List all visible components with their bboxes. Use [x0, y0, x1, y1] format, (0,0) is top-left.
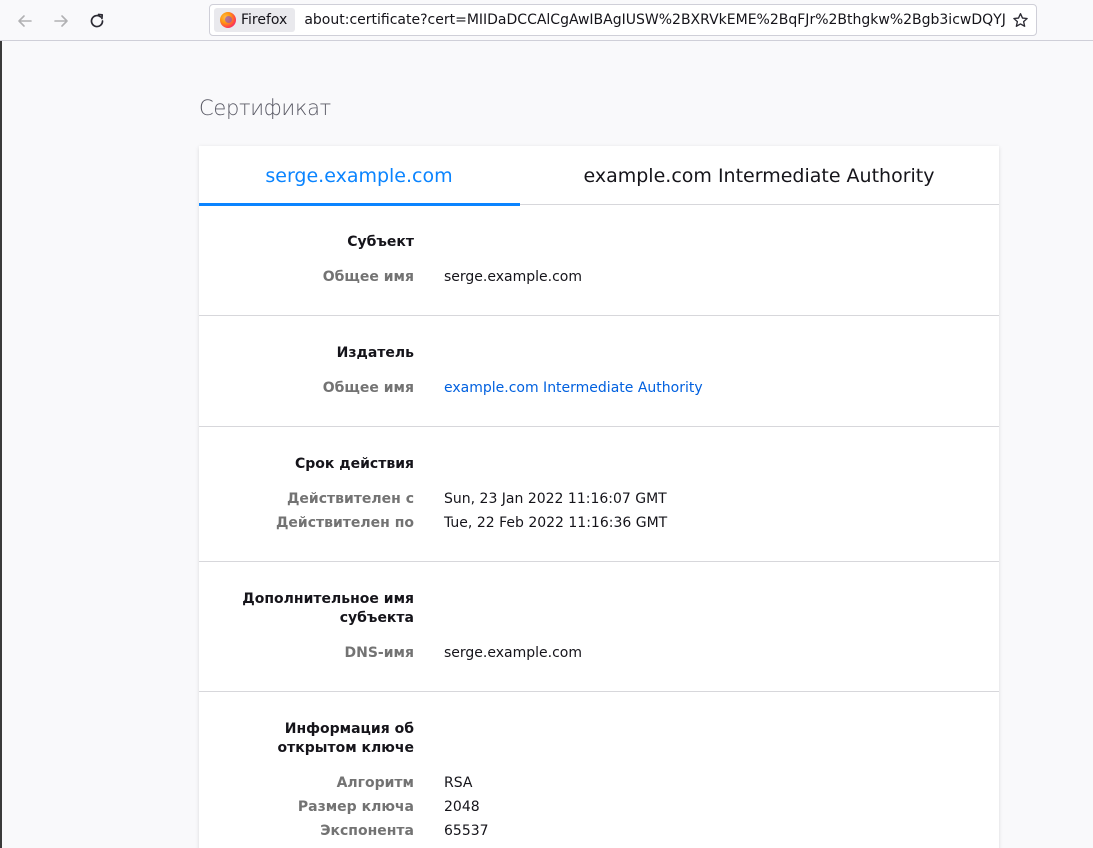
page-title: Сертификат: [199, 96, 331, 120]
url-input[interactable]: about:certificate?cert=MIIDaDCCAlCgAwIBA…: [304, 12, 1007, 28]
identity-box[interactable]: Firefox: [214, 8, 296, 32]
section-title: Информация об: [284, 721, 414, 737]
identity-label: Firefox: [241, 12, 288, 28]
row-value: Sun, 23 Jan 2022 11:16:07 GMT: [444, 491, 667, 507]
section-issuer: Издатель Общее имя example.com Intermedi…: [199, 317, 999, 427]
back-button[interactable]: [10, 6, 40, 36]
browser-toolbar: Firefox about:certificate?cert=MIIDaDCCA…: [0, 0, 1093, 41]
row-value: 2048: [444, 799, 480, 815]
certificate-tabs: serge.example.com example.com Intermedia…: [199, 146, 999, 206]
row-value: serge.example.com: [444, 645, 582, 661]
row-label: DNS-имя: [344, 645, 414, 661]
window-edge: [0, 41, 2, 848]
section-title: Издатель: [336, 345, 414, 361]
row-value: serge.example.com: [444, 269, 582, 285]
row-value: 65537: [444, 823, 489, 839]
section-title: открытом ключе: [277, 740, 414, 756]
issuer-link[interactable]: example.com Intermediate Authority: [444, 379, 703, 398]
section-validity: Срок действия Действителен с Sun, 23 Jan…: [199, 428, 999, 562]
reload-icon: [90, 13, 104, 28]
url-bar[interactable]: Firefox about:certificate?cert=MIIDaDCCA…: [209, 4, 1037, 36]
row-label: Общее имя: [322, 269, 414, 285]
firefox-logo-icon: [220, 12, 236, 28]
tab-serge-example-com[interactable]: serge.example.com: [199, 146, 520, 206]
section-title: субъекта: [339, 610, 414, 626]
forward-arrow-icon: [54, 15, 68, 27]
row-label: Алгоритм: [336, 775, 414, 791]
row-label: Действителен с: [286, 491, 414, 507]
section-subject: Субъект Общее имя serge.example.com: [199, 206, 999, 316]
row-label: Размер ключа: [297, 799, 414, 815]
tab-intermediate-authority[interactable]: example.com Intermediate Authority: [519, 146, 999, 205]
row-value: RSA: [444, 775, 473, 791]
forward-button[interactable]: [46, 6, 76, 36]
reload-button[interactable]: [82, 6, 112, 36]
section-title: Дополнительное имя: [242, 591, 414, 607]
certificate-card: serge.example.com example.com Intermedia…: [199, 146, 999, 848]
row-label: Действителен по: [275, 515, 414, 531]
back-arrow-icon: [18, 15, 32, 27]
bookmark-star-icon: [1012, 12, 1028, 27]
row-label: Экспонента: [320, 823, 414, 839]
section-public-key-info: Информация об открытом ключе Алгоритм RS…: [199, 693, 999, 848]
row-value: Tue, 22 Feb 2022 11:16:36 GMT: [444, 515, 668, 531]
section-title: Срок действия: [295, 456, 414, 472]
bookmark-button[interactable]: [1007, 7, 1033, 33]
section-title: Субъект: [347, 234, 414, 250]
section-subject-alt-name: Дополнительное имя субъекта DNS-имя serg…: [199, 563, 999, 692]
row-label: Общее имя: [322, 380, 414, 396]
